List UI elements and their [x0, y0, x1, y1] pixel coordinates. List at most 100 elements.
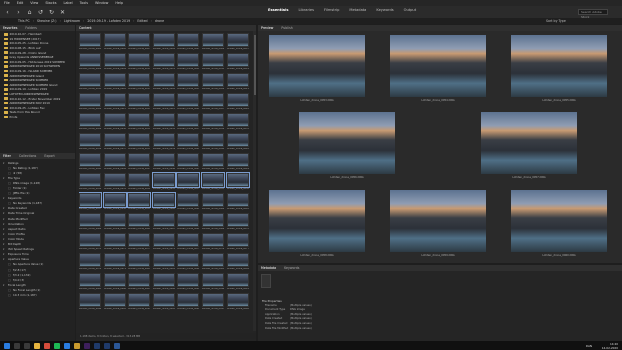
back-icon[interactable]: ‹	[4, 9, 11, 16]
thumbnail-cell[interactable]: Lofoten_drone_0050.DNG	[79, 173, 101, 193]
thumbnail-image[interactable]	[152, 253, 175, 267]
thumbnail-image[interactable]	[177, 233, 200, 247]
thumbnail-image[interactable]	[151, 172, 176, 188]
thumbnail-image[interactable]	[128, 213, 151, 227]
menu-item-stacks[interactable]: Stacks	[45, 1, 56, 5]
thumbnail-image[interactable]	[151, 192, 176, 208]
thumbnail-cell[interactable]: Lofoten_drone_0029.DNG	[79, 113, 101, 133]
thumbnail-image[interactable]	[201, 113, 224, 127]
thumbnail-cell[interactable]: Lofoten_drone_0073.DNG	[128, 233, 151, 253]
thumbnail-image[interactable]	[177, 213, 200, 227]
thumbnail-image[interactable]	[201, 213, 224, 227]
thumbnail-image[interactable]	[226, 293, 249, 307]
thumbnail-image[interactable]	[79, 73, 101, 87]
preview-image[interactable]	[390, 190, 486, 252]
thumbnail-image[interactable]	[79, 293, 101, 307]
tab-preview[interactable]: Preview	[261, 26, 273, 30]
thumbnail-cell[interactable]: Lofoten_drone_0055.DNG	[200, 172, 225, 193]
thumbnail-image[interactable]	[226, 53, 249, 67]
workspace-tab-output[interactable]: Output	[404, 8, 416, 12]
thumbnail-cell[interactable]: Lofoten_drone_0028.DNG	[226, 93, 249, 113]
thumbnail-cell[interactable]: Lofoten_drone_0014.DNG	[226, 53, 249, 73]
thumbnail-cell[interactable]: Lofoten_drone_0087.DNG	[128, 273, 151, 293]
thumbnail-image[interactable]	[201, 53, 224, 67]
thumbnail-cell[interactable]: Lofoten_drone_0031.DNG	[128, 113, 151, 133]
thumbnail-image[interactable]	[128, 153, 151, 167]
thumbnail-cell[interactable]: Lofoten_drone_0064.DNG	[79, 213, 101, 233]
breadcrumb-item[interactable]: This PC	[18, 19, 30, 23]
scrollbar-thumb[interactable]	[253, 35, 256, 95]
menu-item-tools[interactable]: Tools	[80, 1, 88, 5]
thumbnail-image[interactable]	[152, 273, 175, 287]
thumbnail-cell[interactable]: Lofoten_drone_0072.DNG	[103, 233, 126, 253]
thumbnail-cell[interactable]: Lofoten_drone_0033.DNG	[177, 113, 200, 133]
thumbnail-cell[interactable]: Lofoten_drone_0038.DNG	[128, 133, 151, 153]
thumbnail-cell[interactable]: Lofoten_drone_0035.DNG	[226, 113, 249, 133]
spotify-icon[interactable]	[54, 342, 60, 349]
tab-publish[interactable]: Publish	[281, 26, 292, 30]
breadcrumb-item[interactable]: 2019-09-19 - Lofoten 2019	[87, 19, 130, 23]
thumbnail-cell[interactable]: Lofoten_drone_0075.DNG	[177, 233, 200, 253]
thumbnail-cell[interactable]: Lofoten_drone_0018.DNG	[152, 73, 175, 93]
thumbnail-cell[interactable]: Lofoten_drone_0097.DNG	[201, 293, 224, 313]
thumbnail-image[interactable]	[103, 93, 126, 107]
thumbnail-cell[interactable]: Lofoten_drone_0021.DNG	[226, 73, 249, 93]
thumbnail-cell[interactable]: Lofoten_drone_0004.DNG	[152, 33, 175, 53]
trash-icon[interactable]: ✕	[59, 9, 66, 16]
thumbnail-cell[interactable]: Lofoten_drone_0041.DNG	[201, 133, 224, 153]
tab-favorites[interactable]: Favorites	[3, 26, 17, 30]
thumbnail-cell[interactable]: Lofoten_drone_0093.DNG	[103, 293, 126, 313]
thumbnail-cell[interactable]: Lofoten_drone_0020.DNG	[201, 73, 224, 93]
language-indicator[interactable]: DAN	[586, 344, 592, 348]
thumbnail-image[interactable]	[128, 33, 151, 47]
thumbnail-image[interactable]	[177, 93, 200, 107]
thumbnail-image[interactable]	[201, 73, 224, 87]
thumbnail-image[interactable]	[128, 293, 151, 307]
thumbnail-image[interactable]	[152, 93, 175, 107]
preview-image[interactable]	[390, 35, 486, 97]
thumbnail-cell[interactable]: Lofoten_drone_0081.DNG	[152, 253, 175, 273]
tab-export[interactable]: Export	[44, 154, 54, 158]
rotate-right-icon[interactable]: ↻	[48, 9, 55, 16]
thumbnail-image[interactable]	[152, 73, 175, 87]
thumbnail-image[interactable]	[152, 33, 175, 47]
thumbnail-image[interactable]	[152, 113, 175, 127]
thumbnail-image[interactable]	[226, 213, 249, 227]
thumbnail-image[interactable]	[226, 273, 249, 287]
thumbnail-cell[interactable]: Lofoten_drone_0078.DNG	[79, 253, 101, 273]
thumbnail-cell[interactable]: Lofoten_drone_0074.DNG	[152, 233, 175, 253]
favorite-item[interactable]: Prints	[0, 115, 75, 120]
thumbnail-image[interactable]	[201, 193, 224, 207]
filter-option[interactable]: □ 10.3 mm (1,187)	[0, 292, 75, 297]
thumbnail-cell[interactable]: Lofoten_drone_0045.DNG	[128, 153, 151, 173]
preview-image[interactable]	[481, 112, 577, 174]
preview-image[interactable]	[511, 35, 607, 97]
thumbnail-image[interactable]	[79, 233, 101, 247]
thumbnail-image[interactable]	[127, 192, 152, 208]
thumbnail-cell[interactable]: Lofoten_drone_0043.DNG	[79, 153, 101, 173]
thumbnail-image[interactable]	[200, 172, 225, 188]
thumbnail-image[interactable]	[79, 153, 101, 167]
thumbnail-cell[interactable]: Lofoten_drone_0034.DNG	[201, 113, 224, 133]
thumbnail-cell[interactable]: Lofoten_drone_0056.DNG	[225, 172, 250, 193]
thumbnail-cell[interactable]: Lofoten_drone_0040.DNG	[177, 133, 200, 153]
thumbnail-cell[interactable]: Lofoten_drone_0070.DNG	[226, 213, 249, 233]
thumbnail-image[interactable]	[152, 133, 175, 147]
breadcrumb-item[interactable]: drone	[155, 19, 164, 23]
thumbnail-cell[interactable]: Lofoten_drone_0084.DNG	[226, 253, 249, 273]
workspace-tab-metadata[interactable]: Metadata	[349, 8, 366, 12]
thumbnail-image[interactable]	[226, 253, 249, 267]
thumbnail-image[interactable]	[103, 73, 126, 87]
photoshop-icon[interactable]	[94, 342, 100, 349]
thumbnail-image[interactable]	[128, 273, 151, 287]
thumbnail-cell[interactable]: Lofoten_drone_0060.DNG	[151, 192, 176, 213]
task-view-icon[interactable]	[24, 342, 30, 349]
menu-item-window[interactable]: Window	[95, 1, 108, 5]
thumbnail-image[interactable]	[177, 53, 200, 67]
thumbnail-image[interactable]	[177, 133, 200, 147]
thumbnail-cell[interactable]: Lofoten_drone_0077.DNG	[226, 233, 249, 253]
thumbnail-image[interactable]	[201, 133, 224, 147]
thumbnail-cell[interactable]: Lofoten_drone_0098.DNG	[226, 293, 249, 313]
thumbnail-cell[interactable]: Lofoten_drone_0046.DNG	[152, 153, 175, 173]
preview-image[interactable]	[511, 190, 607, 252]
